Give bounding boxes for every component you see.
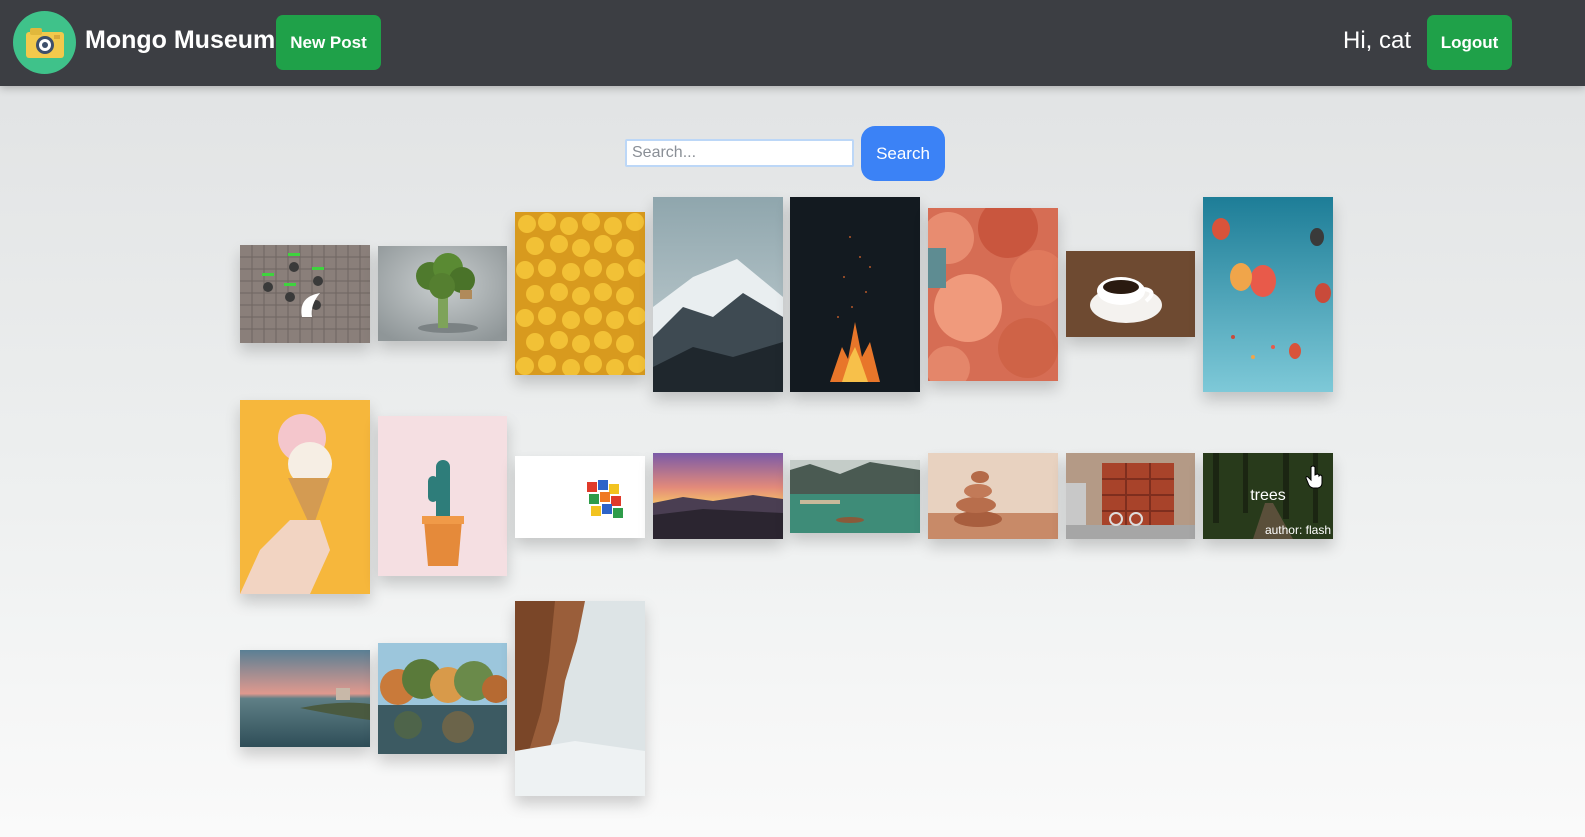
gallery-tile-game[interactable] <box>240 245 370 343</box>
gallery-tile-clouds[interactable] <box>928 208 1058 381</box>
gallery-tile-coast[interactable] <box>240 650 370 747</box>
yellow-figures-image <box>515 212 645 375</box>
hot-air-balloons-image <box>1203 197 1333 392</box>
gallery-tile-broccoli[interactable] <box>378 246 507 341</box>
pink-clouds-image <box>928 208 1058 381</box>
rubiks-cube-image <box>515 456 645 538</box>
camera-icon <box>25 27 64 58</box>
navbar: Mongo Museum New Post Hi, cat Logout <box>0 0 1585 86</box>
gallery-tile-lake[interactable] <box>790 460 920 533</box>
gallery-tile-yellow-balls[interactable] <box>515 212 645 375</box>
rock-formation-image <box>515 601 645 796</box>
coffee-cup-image <box>1066 251 1195 337</box>
sunset-mountains-image <box>653 453 783 539</box>
stacked-stones-image <box>928 453 1058 539</box>
lake-boats-image <box>790 460 920 533</box>
gallery-tile-stones[interactable] <box>928 453 1058 539</box>
brand-title[interactable]: Mongo Museum <box>85 26 275 55</box>
bonfire-image <box>790 197 920 392</box>
gallery-tile-icecream[interactable] <box>240 400 370 594</box>
coast-sunset-image <box>240 650 370 747</box>
ice-cream-image <box>240 400 370 594</box>
lake-reflection-image <box>378 643 507 754</box>
gallery-tile-mountain[interactable] <box>653 197 783 392</box>
gallery-tile-cactus[interactable] <box>378 416 507 576</box>
broccoli-image <box>378 246 507 341</box>
gallery-tile-sunset[interactable] <box>653 453 783 539</box>
gallery-tile-bonfire[interactable] <box>790 197 920 392</box>
gallery-tile-garage[interactable] <box>1066 453 1195 539</box>
hand-cursor-icon <box>1305 465 1323 489</box>
gallery-tile-rubiks[interactable] <box>515 456 645 538</box>
post-author: author: flash <box>1264 523 1331 537</box>
gallery-tile-rocks-ice[interactable] <box>515 601 645 796</box>
gallery-tile-coffee[interactable] <box>1066 251 1195 337</box>
logout-button[interactable]: Logout <box>1427 15 1512 70</box>
logo[interactable] <box>13 11 76 74</box>
search-input[interactable] <box>625 139 854 167</box>
cactus-image <box>378 416 507 576</box>
gallery-tile-lake-trees[interactable] <box>378 643 507 754</box>
user-greeting: Hi, cat <box>1343 27 1412 54</box>
game-grid-image <box>240 245 370 343</box>
search-button[interactable]: Search <box>861 126 945 181</box>
new-post-button[interactable]: New Post <box>276 15 381 70</box>
post-title: trees <box>1250 487 1286 504</box>
garage-door-image <box>1066 453 1195 539</box>
mountain-image <box>653 197 783 392</box>
gallery-tile-balloons[interactable] <box>1203 197 1333 392</box>
